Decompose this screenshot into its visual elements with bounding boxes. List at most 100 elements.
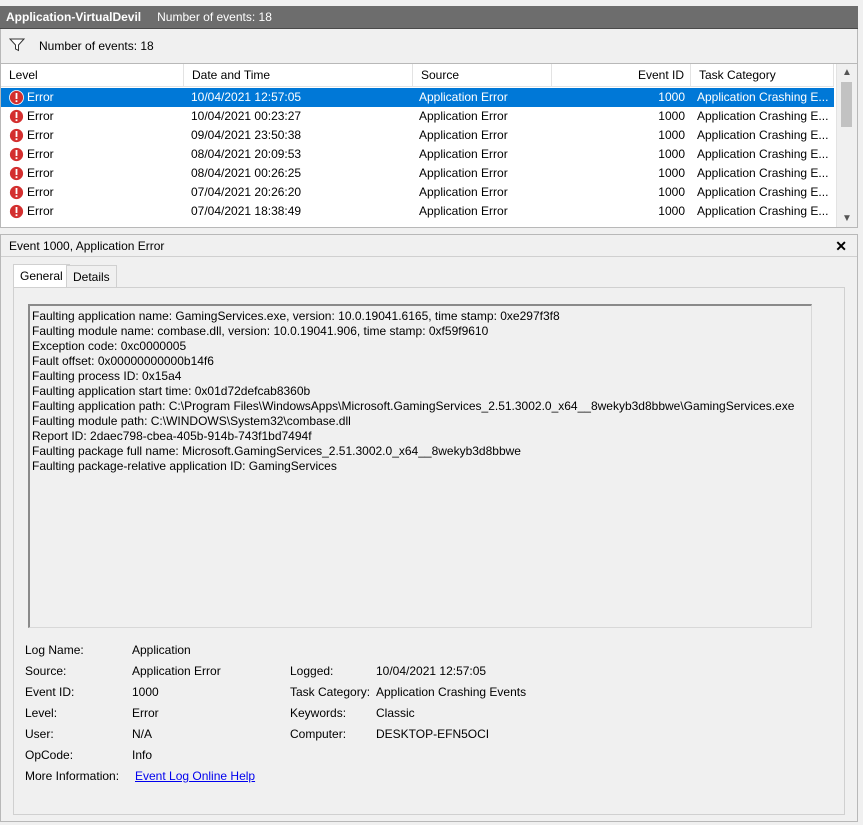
column-header-task-category[interactable]: Task Category	[691, 64, 834, 86]
cell-datetime: 10/04/2021 00:23:27	[191, 109, 302, 123]
description-line: Faulting application name: GamingService…	[32, 309, 560, 323]
level-label: Level:	[25, 706, 58, 720]
table-row[interactable]: Error 07/04/2021 20:26:20 Application Erro…	[1, 183, 834, 202]
keywords-value: Classic	[376, 706, 415, 720]
cell-category: Application Crashing E...	[697, 166, 829, 180]
column-header-level[interactable]: Level	[1, 64, 184, 86]
scroll-up-icon[interactable]: ▲	[842, 67, 852, 78]
error-icon	[9, 147, 24, 162]
cell-source: Application Error	[419, 109, 508, 123]
task-category-label: Task Category:	[290, 685, 371, 699]
event-id-value: 1000	[132, 685, 159, 699]
opcode-value: Info	[132, 748, 153, 762]
table-row[interactable]: Error 08/04/2021 20:09:53 Application Erro…	[1, 145, 834, 164]
cell-source: Application Error	[419, 166, 508, 180]
cell-source: Application Error	[419, 128, 508, 142]
description-line: Faulting application start time: 0x01d72…	[32, 384, 311, 398]
description-line: Fault offset: 0x00000000000b14f6	[32, 354, 214, 368]
tab-general[interactable]: General	[13, 264, 70, 288]
filter-icon[interactable]	[8, 38, 39, 55]
cell-category: Application Crashing E...	[697, 147, 829, 161]
cell-source: Application Error	[419, 147, 508, 161]
source-label: Source:	[25, 664, 67, 678]
filter-event-count: Number of events: 18	[39, 39, 154, 53]
table-row[interactable]: Error 10/04/2021 00:23:27 Application Erro…	[1, 107, 834, 126]
general-tab-panel: Faulting application name: GamingService…	[13, 287, 845, 815]
event-list-scrollbar[interactable]: ▲ ▼	[836, 64, 857, 227]
description-line: Faulting module path: C:\WINDOWS\System3…	[32, 414, 351, 428]
table-row[interactable]: Error 09/04/2021 23:50:38 Application Erro…	[1, 126, 834, 145]
titlebar-event-count: Number of events: 18	[157, 10, 272, 24]
event-log-online-help-link[interactable]: Event Log Online Help	[135, 769, 255, 783]
cell-datetime: 08/04/2021 00:26:25	[191, 166, 302, 180]
user-value: N/A	[132, 727, 153, 741]
computer-label: Computer:	[290, 727, 347, 741]
cell-level: Error	[27, 204, 54, 218]
cell-event-id: 1000	[658, 147, 685, 161]
cell-category: Application Crashing E...	[697, 109, 829, 123]
event-detail-pane: Event 1000, Application Error ✕ General …	[0, 234, 858, 822]
scroll-thumb[interactable]	[841, 82, 852, 127]
keywords-label: Keywords:	[290, 706, 347, 720]
description-line: Report ID: 2daec798-cbea-405b-914b-743f1…	[32, 429, 312, 443]
close-icon[interactable]: ✕	[835, 238, 847, 255]
error-icon	[9, 204, 24, 219]
column-header-source[interactable]: Source	[413, 64, 552, 86]
logged-value: 10/04/2021 12:57:05	[376, 664, 487, 678]
log-name-label: Log Name:	[25, 643, 84, 657]
cell-category: Application Crashing E...	[697, 128, 829, 142]
cell-datetime: 07/04/2021 20:26:20	[191, 185, 302, 199]
cell-level: Error	[27, 147, 54, 161]
error-icon	[9, 166, 24, 181]
cell-event-id: 1000	[658, 185, 685, 199]
computer-value: DESKTOP-EFN5OCI	[376, 727, 490, 741]
cell-category: Application Crashing E...	[697, 204, 829, 218]
error-icon	[9, 128, 24, 143]
description-line: Exception code: 0xc0000005	[32, 339, 187, 353]
error-icon	[9, 109, 24, 124]
cell-source: Application Error	[419, 204, 508, 218]
cell-level: Error	[27, 166, 54, 180]
table-row[interactable]: Error 07/04/2021 18:38:49 Application Erro…	[1, 202, 834, 221]
table-row[interactable]: Error 10/04/2021 12:57:05 Application Erro…	[1, 88, 834, 107]
opcode-label: OpCode:	[25, 748, 74, 762]
cell-level: Error	[27, 185, 54, 199]
cell-datetime: 07/04/2021 18:38:49	[191, 204, 302, 218]
task-category-value: Application Crashing Events	[376, 685, 527, 699]
cell-level: Error	[27, 90, 54, 104]
cell-event-id: 1000	[658, 166, 685, 180]
cell-category: Application Crashing E...	[697, 90, 829, 104]
table-row[interactable]: Error 08/04/2021 00:26:25 Application Erro…	[1, 164, 834, 183]
column-header-date-time[interactable]: Date and Time	[184, 64, 413, 86]
description-line: Faulting process ID: 0x15a4	[32, 369, 182, 383]
user-label: User:	[25, 727, 54, 741]
description-line: Faulting module name: combase.dll, versi…	[32, 324, 489, 338]
description-line: Faulting package-relative application ID…	[32, 459, 337, 473]
cell-event-id: 1000	[658, 128, 685, 142]
log-title: Application-VirtualDevil	[6, 10, 142, 24]
cell-category: Application Crashing E...	[697, 185, 829, 199]
log-name-value: Application	[132, 643, 191, 657]
cell-source: Application Error	[419, 90, 508, 104]
column-header-event-id[interactable]: Event ID	[552, 64, 691, 86]
logged-label: Logged:	[290, 664, 334, 678]
description-line: Faulting package full name: Microsoft.Ga…	[32, 444, 521, 458]
cell-event-id: 1000	[658, 109, 685, 123]
event-list[interactable]: Level Date and Time Source Event ID Task…	[0, 63, 858, 228]
event-description[interactable]: Faulting application name: GamingService…	[28, 304, 812, 628]
tab-details[interactable]: Details	[66, 265, 117, 288]
cell-level: Error	[27, 109, 54, 123]
description-line: Faulting application path: C:\Program Fi…	[32, 399, 795, 413]
cell-datetime: 10/04/2021 12:57:05	[191, 90, 302, 104]
source-value: Application Error	[132, 664, 221, 678]
window-titlebar: Application-VirtualDevil Number of event…	[0, 6, 858, 29]
cell-event-id: 1000	[658, 90, 685, 104]
cell-source: Application Error	[419, 185, 508, 199]
event-list-header: Level Date and Time Source Event ID Task…	[1, 64, 834, 87]
cell-event-id: 1000	[658, 204, 685, 218]
scroll-down-icon[interactable]: ▼	[842, 213, 852, 224]
more-information-label: More Information:	[25, 769, 120, 783]
detail-title: Event 1000, Application Error	[1, 235, 857, 257]
cell-datetime: 08/04/2021 20:09:53	[191, 147, 302, 161]
cell-level: Error	[27, 128, 54, 142]
